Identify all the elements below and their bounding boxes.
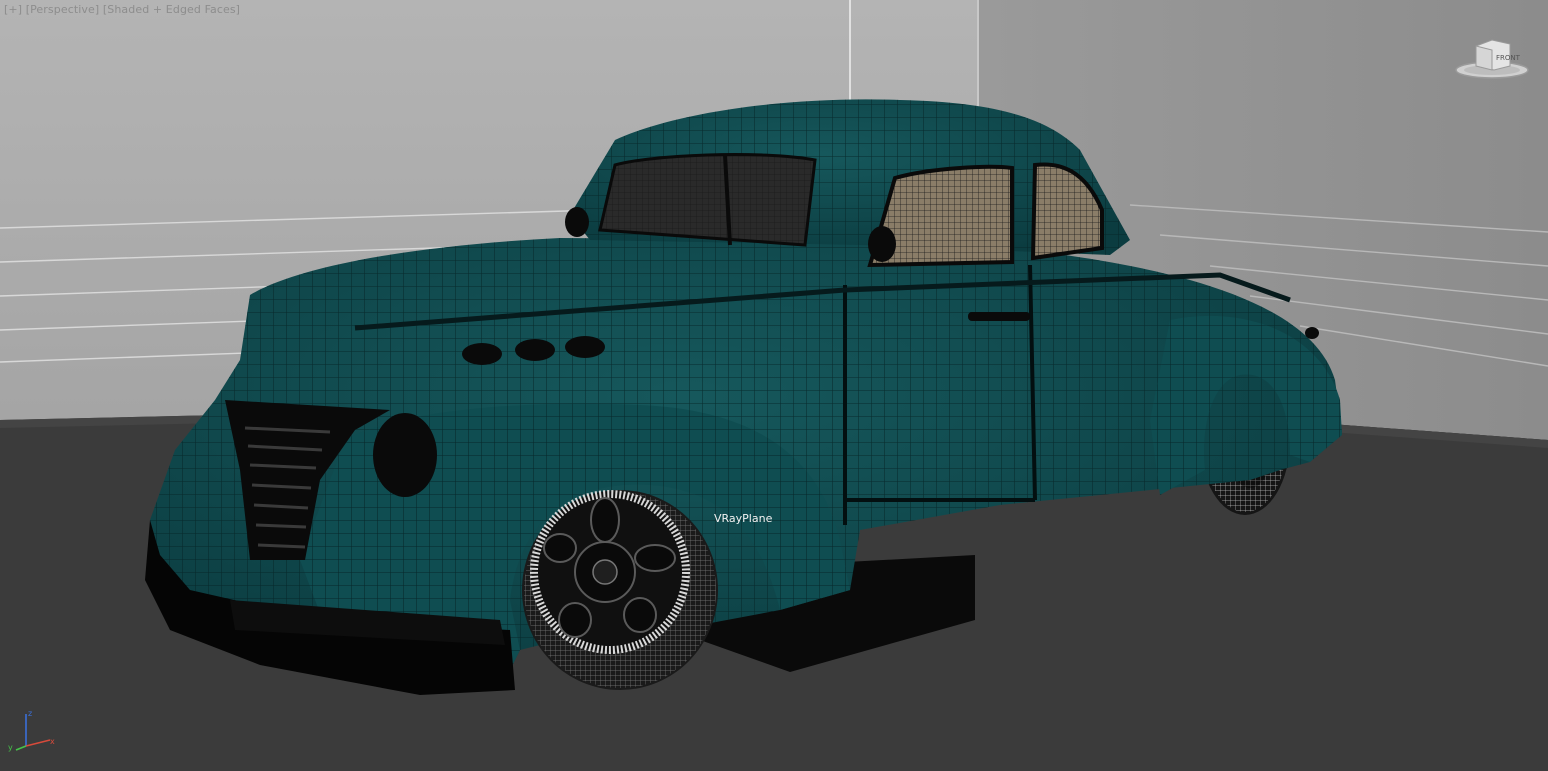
object-label-vrayplane[interactable]: VRayPlane bbox=[714, 512, 772, 525]
view-cube-face-label: FRONT bbox=[1496, 54, 1521, 62]
viewport-label[interactable]: [+] [Perspective] [Shaded + Edged Faces] bbox=[4, 3, 240, 16]
axis-x-label: x bbox=[50, 737, 55, 746]
axis-z-label: z bbox=[28, 709, 32, 718]
axis-y-label: y bbox=[8, 743, 13, 752]
perspective-viewport[interactable]: [+] [Perspective] [Shaded + Edged Faces]… bbox=[0, 0, 1548, 771]
axis-tripod: z x y bbox=[8, 709, 55, 752]
view-cube[interactable]: FRONT bbox=[1452, 36, 1532, 84]
scene-render[interactable] bbox=[0, 0, 1548, 771]
